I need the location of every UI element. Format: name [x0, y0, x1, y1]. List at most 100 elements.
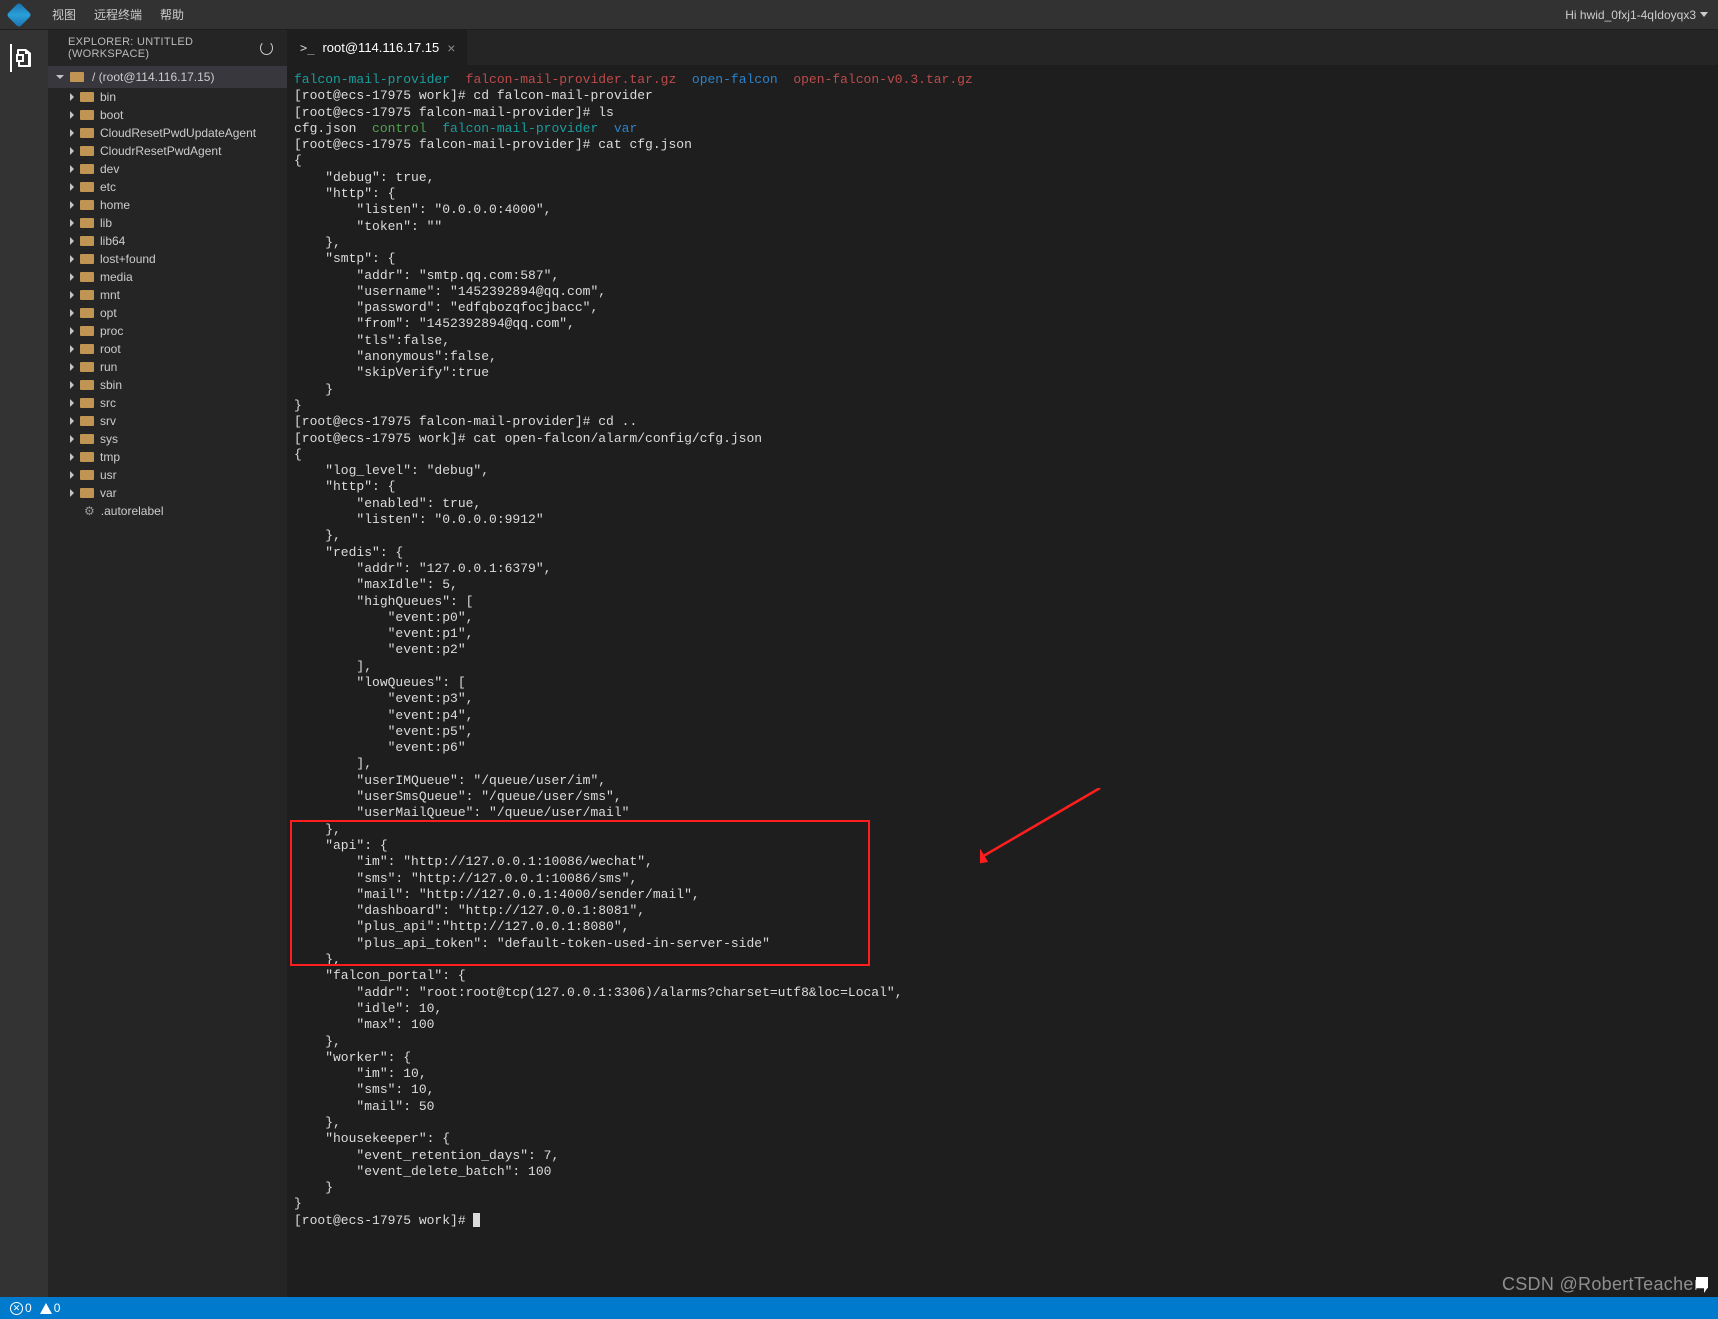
tree-folder[interactable]: media — [48, 268, 287, 286]
tree-label: bin — [100, 90, 116, 104]
folder-icon — [80, 182, 94, 192]
tree-label: opt — [100, 306, 117, 320]
tree-folder[interactable]: src — [48, 394, 287, 412]
tree-folder[interactable]: home — [48, 196, 287, 214]
folder-icon — [70, 72, 84, 82]
gear-icon: ⚙ — [84, 504, 95, 518]
tab-terminal[interactable]: >_ root@114.116.17.15 × — [288, 30, 468, 65]
twisty-icon — [70, 399, 74, 407]
tree-folder[interactable]: etc — [48, 178, 287, 196]
tree-folder[interactable]: boot — [48, 106, 287, 124]
tree-folder[interactable]: bin — [48, 88, 287, 106]
error-icon: ✕ — [10, 1302, 23, 1315]
tree-folder[interactable]: var — [48, 484, 287, 502]
twisty-icon — [70, 453, 74, 461]
explorer-panel: EXPLORER: UNTITLED (WORKSPACE) / (root@1… — [48, 30, 288, 1297]
status-errors[interactable]: ✕ 0 — [10, 1301, 32, 1315]
twisty-open-icon — [56, 75, 64, 79]
tree-label: .autorelabel — [101, 504, 164, 518]
warning-icon — [40, 1303, 52, 1314]
twisty-icon — [70, 183, 74, 191]
user-greeting-text: Hi hwid_0fxj1-4qIdoyqx3 — [1565, 8, 1696, 22]
twisty-icon — [70, 237, 74, 245]
folder-icon — [80, 146, 94, 156]
tree-folder[interactable]: dev — [48, 160, 287, 178]
tree-folder[interactable]: mnt — [48, 286, 287, 304]
tree-folder[interactable]: srv — [48, 412, 287, 430]
folder-icon — [80, 92, 94, 102]
terminal-cursor — [473, 1213, 480, 1227]
refresh-icon[interactable] — [260, 41, 273, 55]
twisty-icon — [70, 111, 74, 119]
user-greeting[interactable]: Hi hwid_0fxj1-4qIdoyqx3 — [1565, 8, 1708, 22]
tree-folder[interactable]: tmp — [48, 448, 287, 466]
annotation-highlight-box — [290, 820, 870, 967]
tree-label: dev — [100, 162, 119, 176]
editor-area: >_ root@114.116.17.15 × falcon-mail-prov… — [288, 30, 1718, 1297]
tree-folder[interactable]: usr — [48, 466, 287, 484]
folder-icon — [80, 434, 94, 444]
tree-label: lib — [100, 216, 112, 230]
twisty-icon — [70, 201, 74, 209]
tree-label: sbin — [100, 378, 122, 392]
twisty-icon — [70, 219, 74, 227]
tree-label: CloudResetPwdUpdateAgent — [100, 126, 256, 140]
top-menu-bar: 视图 远程终端 帮助 Hi hwid_0fxj1-4qIdoyqx3 — [0, 0, 1718, 30]
tree-folder[interactable]: sys — [48, 430, 287, 448]
twisty-icon — [70, 273, 74, 281]
twisty-icon — [70, 363, 74, 371]
tree-folder[interactable]: proc — [48, 322, 287, 340]
app-logo-icon — [6, 2, 31, 27]
tree-label: usr — [100, 468, 117, 482]
folder-icon — [80, 290, 94, 300]
tree-label: CloudrResetPwdAgent — [100, 144, 221, 158]
tree-folder[interactable]: lib — [48, 214, 287, 232]
tree-folder[interactable]: sbin — [48, 376, 287, 394]
tree-folder[interactable]: run — [48, 358, 287, 376]
folder-icon — [80, 236, 94, 246]
tree-folder[interactable]: opt — [48, 304, 287, 322]
twisty-icon — [70, 147, 74, 155]
tree-folder[interactable]: CloudResetPwdUpdateAgent — [48, 124, 287, 142]
folder-icon — [80, 200, 94, 210]
explorer-activity-icon[interactable] — [10, 44, 38, 72]
explorer-tree: bin boot CloudResetPwdUpdateAgent CloudrRes… — [48, 88, 287, 1297]
status-warnings[interactable]: 0 — [40, 1301, 61, 1315]
terminal-icon: >_ — [300, 41, 314, 55]
tree-folder[interactable]: CloudrResetPwdAgent — [48, 142, 287, 160]
menu-remote[interactable]: 远程终端 — [94, 6, 142, 23]
annotation-arrow — [980, 788, 1110, 868]
twisty-icon — [70, 165, 74, 173]
folder-icon — [80, 308, 94, 318]
tree-label: root — [100, 342, 121, 356]
tree-file[interactable]: ⚙ .autorelabel — [48, 502, 287, 520]
twisty-icon — [70, 291, 74, 299]
menu-help[interactable]: 帮助 — [160, 6, 184, 23]
warning-count: 0 — [54, 1301, 61, 1315]
twisty-icon — [70, 435, 74, 443]
tree-folder[interactable]: lost+found — [48, 250, 287, 268]
tree-label: srv — [100, 414, 116, 428]
twisty-icon — [70, 381, 74, 389]
folder-icon — [80, 452, 94, 462]
folder-icon — [80, 344, 94, 354]
folder-icon — [80, 470, 94, 480]
explorer-root[interactable]: / (root@114.116.17.15) — [48, 66, 287, 88]
folder-icon — [80, 128, 94, 138]
tree-label: lost+found — [100, 252, 156, 266]
tree-folder[interactable]: root — [48, 340, 287, 358]
tree-folder[interactable]: lib64 — [48, 232, 287, 250]
folder-icon — [80, 272, 94, 282]
twisty-icon — [70, 345, 74, 353]
twisty-icon — [70, 255, 74, 263]
error-count: 0 — [25, 1301, 32, 1315]
folder-icon — [80, 218, 94, 228]
menu-view[interactable]: 视图 — [52, 6, 76, 23]
twisty-icon — [70, 471, 74, 479]
twisty-icon — [70, 327, 74, 335]
tab-title: root@114.116.17.15 — [322, 40, 439, 55]
twisty-icon — [70, 93, 74, 101]
close-icon[interactable]: × — [447, 40, 455, 56]
folder-icon — [80, 416, 94, 426]
terminal-output[interactable]: falcon-mail-provider falcon-mail-provide… — [288, 66, 1718, 1297]
